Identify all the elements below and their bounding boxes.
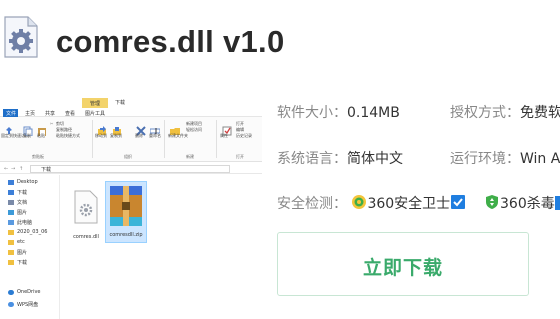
file-name: comresdll.zip [109,232,143,238]
ribbon-divider [92,120,93,158]
explorer-screenshot: 管理 下载 文件 主页 共享 查看 图片工具 固定到快速访问 复制 粘贴 ✂ 剪… [0,96,262,319]
address-field[interactable]: 下载 [30,165,230,173]
download-button[interactable]: 立即下载 [277,232,529,296]
tab-file[interactable]: 文件 [3,109,18,117]
env-value: Win A [520,151,560,167]
sidebar-item-pictures[interactable]: 图片 [8,209,60,217]
license-value: 免费软 [520,105,560,121]
dll-gear-icon [2,16,40,58]
license-row: 授权方式：免费软 [450,102,560,122]
sidebar-item-this-pc[interactable]: 此电脑 [8,219,60,227]
security-label: 安全检测： [277,196,347,212]
sidebar-item-desktop[interactable]: Desktop [8,179,60,187]
rename-icon[interactable] [149,121,161,134]
license-label: 授权方式： [450,105,520,121]
language-value: 简体中文 [347,151,403,167]
explorer-ribbon: 固定到快速访问 复制 粘贴 ✂ 剪切 复制路径 粘贴快捷方式 剪贴板 移动到 复… [0,117,262,162]
size-label: 软件大小： [277,105,347,121]
back-arrow-icon[interactable]: ← [4,166,8,172]
tab-view[interactable]: 查看 [65,110,75,117]
env-label: 运行环境： [450,151,520,167]
quick-access-toolbar [3,99,23,114]
paste-shortcut-label[interactable]: 粘贴快捷方式 [56,133,80,139]
security-badge-360-antivirus: 360杀毒 [484,193,560,214]
tab-share[interactable]: 共享 [45,110,55,117]
360-guard-label: 360安全卫士 [367,196,451,212]
rename-label: 重命名 [149,133,161,138]
sidebar-item-downloads[interactable]: 下载 [8,189,60,197]
file-name: comres.dll [73,234,99,240]
360-guard-icon [351,194,367,214]
sidebar-item-folder[interactable]: 2020_03_06 [8,229,60,237]
new-group-label: 新建 [186,154,194,159]
copy-label: 复制 [23,133,31,138]
copy-to-icon[interactable] [112,121,122,135]
software-size-row: 软件大小：0.14MB [277,102,400,122]
size-value: 0.14MB [347,105,400,121]
move-to-icon[interactable] [97,121,107,135]
download-button-label: 立即下载 [362,257,443,279]
window-title: 下载 [115,100,126,106]
check-icon [554,196,560,210]
cut-icon[interactable]: ✂ [50,121,53,126]
new-folder-icon[interactable] [170,121,180,135]
new-folder-label: 新建文件夹 [168,133,188,138]
explorer-title-bar: 管理 下载 [0,96,262,114]
page-title: comres.dll v1.0 [56,24,285,59]
pin-icon[interactable] [4,121,14,134]
tab-picture-tools[interactable]: 图片工具 [85,110,105,117]
move-to-label: 移动到 [95,133,107,138]
file-list: comres.dll comresdll.zip [62,176,262,319]
history-label[interactable]: 历史记录 [236,133,252,139]
file-item-selected[interactable]: comresdll.zip [105,181,147,243]
check-icon [450,194,466,214]
dll-file-icon [74,190,98,224]
sidebar-item-documents[interactable]: 文档 [8,199,60,207]
tab-home[interactable]: 主页 [25,110,35,117]
copy-icon[interactable] [23,121,33,137]
forward-arrow-icon[interactable]: → [11,166,15,172]
properties-label: 属性 [220,133,228,138]
360-antivirus-label: 360杀毒 [500,196,555,212]
properties-icon[interactable] [222,121,232,136]
sidebar-item-onedrive[interactable]: OneDrive [8,289,60,297]
file-item[interactable]: comres.dll [66,186,106,242]
language-label: 系统语言： [277,151,347,167]
sidebar-item-folder[interactable]: 下载 [8,259,60,267]
360-antivirus-icon [484,194,500,214]
delete-icon[interactable] [136,121,146,136]
up-arrow-icon[interactable]: ↑ [19,166,23,172]
sidebar-item-folder[interactable]: etc [8,239,60,247]
delete-label: 删除 [135,133,143,138]
sidebar-item-folder[interactable]: 图片 [8,249,60,257]
ribbon-divider [164,120,165,158]
address-bar: ← → ↑ 下载 [0,163,262,174]
organize-group-label: 组织 [124,154,132,159]
sidebar-item-wps-cloud[interactable]: WPS网盘 [8,301,60,309]
environment-row: 运行环境：Win A [450,148,560,168]
tab-manage[interactable]: 管理 [82,98,108,108]
copy-to-label: 复制到 [110,133,122,138]
explorer-menu-bar: 文件 主页 共享 查看 图片工具 [0,108,262,117]
paste-icon[interactable] [37,121,47,136]
language-row: 系统语言：简体中文 [277,148,403,168]
clipboard-group-label: 剪贴板 [32,154,44,159]
security-row: 安全检测： 360安全卫士 [277,193,466,214]
easy-access-label[interactable]: 轻松访问 [186,127,202,133]
zip-archive-icon [108,184,144,228]
ribbon-divider [216,120,217,158]
paste-label: 粘贴 [37,133,45,138]
open-group-label: 打开 [236,154,244,159]
navigation-pane: Desktop 下载 文档 图片 此电脑 2020_03_06 etc 图片 下… [0,175,60,319]
